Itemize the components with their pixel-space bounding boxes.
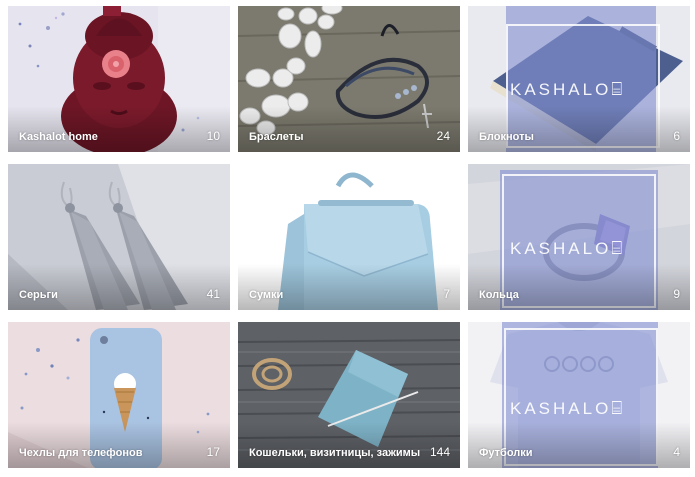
album-title: Футболки (479, 447, 533, 459)
album-rings[interactable]: KASHALO⌸ Кольца 9 (468, 164, 690, 310)
album-earrings[interactable]: Серьги 41 (8, 164, 230, 310)
label-shade (8, 264, 230, 310)
label-shade (468, 422, 690, 468)
album-title: Кошельки, визитницы, зажимы (249, 447, 421, 459)
album-count: 7 (443, 287, 450, 301)
label-shade (468, 106, 690, 152)
label-shade (8, 106, 230, 152)
album-count: 9 (673, 287, 680, 301)
album-phone-cases[interactable]: Чехлы для телефонов 17 (8, 322, 230, 468)
logo-glyph-icon: ⌸ (611, 398, 623, 418)
album-title: Сумки (249, 289, 284, 301)
album-title: Чехлы для телефонов (19, 447, 143, 459)
label-shade (238, 264, 460, 310)
album-grid: Kashalot home 10 Браслеты 24 KASHALO⌸ Бл… (0, 0, 695, 477)
album-title: Kashalot home (19, 131, 98, 143)
album-wallets[interactable]: Кошельки, визитницы, зажимы 144 (238, 322, 460, 468)
album-title: Браслеты (249, 131, 304, 143)
album-bags[interactable]: Сумки 7 (238, 164, 460, 310)
album-count: 10 (206, 129, 220, 143)
album-tshirts[interactable]: KASHALO⌸ Футболки 4 (468, 322, 690, 468)
label-shade (8, 422, 230, 468)
album-title: Блокноты (479, 131, 534, 143)
label-shade (468, 264, 690, 310)
watermark-logo: KASHALO⌸ (510, 398, 623, 418)
album-count: 144 (429, 445, 450, 459)
watermark-logo: KASHALO⌸ (510, 238, 623, 258)
album-bracelets[interactable]: Браслеты 24 (238, 6, 460, 152)
logo-glyph-icon: ⌸ (611, 79, 623, 99)
album-count: 17 (206, 445, 220, 459)
label-shade (238, 422, 460, 468)
logo-glyph-icon: ⌸ (611, 238, 623, 258)
album-count: 4 (673, 445, 680, 459)
album-count: 41 (206, 287, 220, 301)
label-shade (238, 106, 460, 152)
album-title: Серьги (19, 289, 58, 301)
album-kashalot-home[interactable]: Kashalot home 10 (8, 6, 230, 152)
album-count: 6 (673, 129, 680, 143)
album-title: Кольца (479, 289, 519, 301)
watermark-logo: KASHALO⌸ (510, 79, 623, 99)
album-count: 24 (436, 129, 450, 143)
album-notebooks[interactable]: KASHALO⌸ Блокноты 6 (468, 6, 690, 152)
